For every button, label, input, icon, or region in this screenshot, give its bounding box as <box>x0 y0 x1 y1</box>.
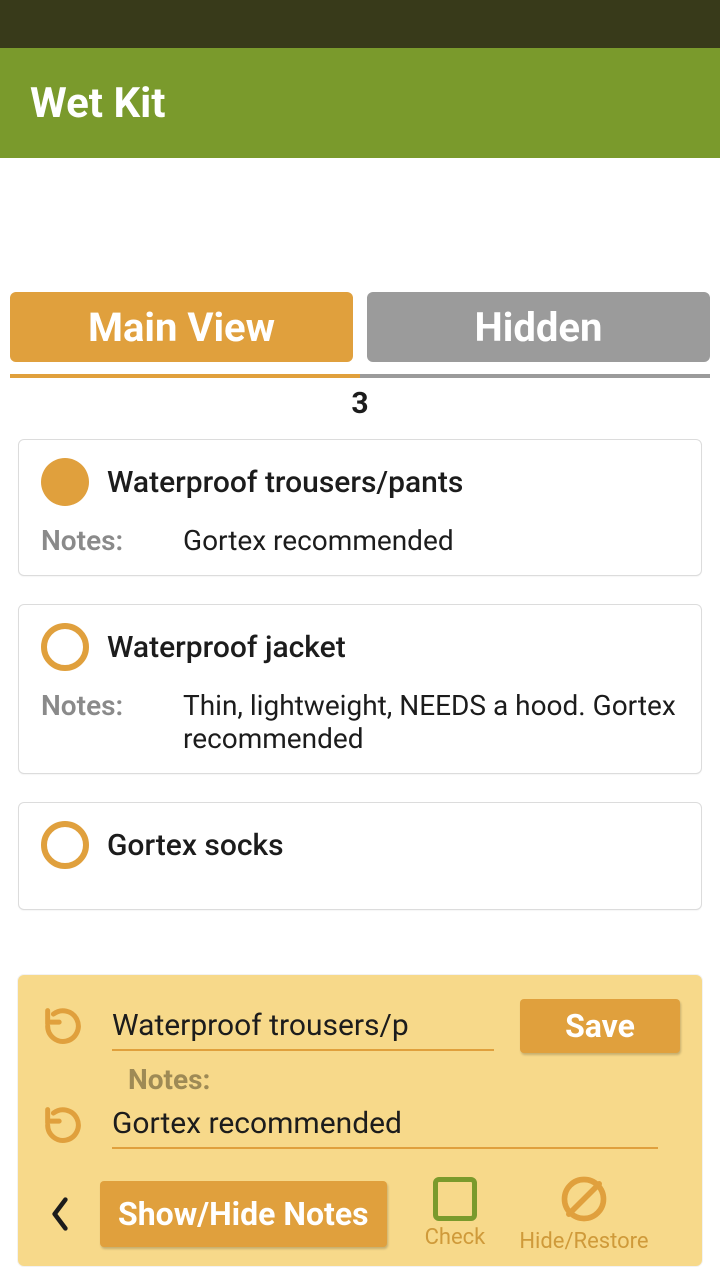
hide-restore-action[interactable]: Hide/Restore <box>519 1173 648 1254</box>
edit-panel: Save Notes: Show/Hide Notes Check <box>18 975 702 1266</box>
button-label: Show/Hide Notes <box>118 1195 369 1233</box>
item-title-input[interactable] <box>112 1002 494 1051</box>
save-button[interactable]: Save <box>520 999 680 1053</box>
tab-label: Hidden <box>475 304 603 351</box>
item-title: Waterproof trousers/pants <box>107 465 463 500</box>
item-count: 3 <box>10 378 710 439</box>
reset-title-icon[interactable] <box>40 1003 86 1049</box>
item-title: Waterproof jacket <box>107 630 346 665</box>
app-bar: Wet Kit <box>0 48 720 158</box>
notes-text: Gortex recommended <box>183 524 679 557</box>
back-button[interactable] <box>40 1196 80 1232</box>
list-item[interactable]: Waterproof trousers/pants Notes: Gortex … <box>18 439 702 576</box>
status-bar <box>0 0 720 48</box>
checkbox-icon <box>433 1177 477 1221</box>
notes-label: Notes: <box>41 524 183 557</box>
tab-underline <box>10 374 710 378</box>
tabs: Main View Hidden <box>10 292 710 362</box>
action-label: Check <box>425 1225 486 1250</box>
action-label: Hide/Restore <box>519 1229 648 1254</box>
page-title: Wet Kit <box>30 79 165 128</box>
tab-hidden[interactable]: Hidden <box>367 292 710 362</box>
button-label: Save <box>565 1007 635 1045</box>
hide-icon <box>558 1173 610 1225</box>
list-item[interactable]: Waterproof jacket Notes: Thin, lightweig… <box>18 604 702 774</box>
toggle-notes-button[interactable]: Show/Hide Notes <box>100 1181 387 1247</box>
notes-label: Notes: <box>41 689 183 755</box>
item-title: Gortex socks <box>107 828 284 863</box>
item-notes-input[interactable] <box>112 1100 658 1149</box>
notes-text: Thin, lightweight, NEEDS a hood. Gortex … <box>183 689 679 755</box>
checked-icon[interactable] <box>41 458 89 506</box>
check-action[interactable]: Check <box>425 1177 486 1250</box>
unchecked-icon[interactable] <box>41 821 89 869</box>
reset-notes-icon[interactable] <box>40 1102 86 1148</box>
tab-label: Main View <box>88 304 275 351</box>
list-item[interactable]: Gortex socks <box>18 802 702 910</box>
item-list: Waterproof trousers/pants Notes: Gortex … <box>0 439 720 910</box>
notes-field-label: Notes: <box>128 1063 680 1096</box>
unchecked-icon[interactable] <box>41 623 89 671</box>
tab-main-view[interactable]: Main View <box>10 292 353 362</box>
